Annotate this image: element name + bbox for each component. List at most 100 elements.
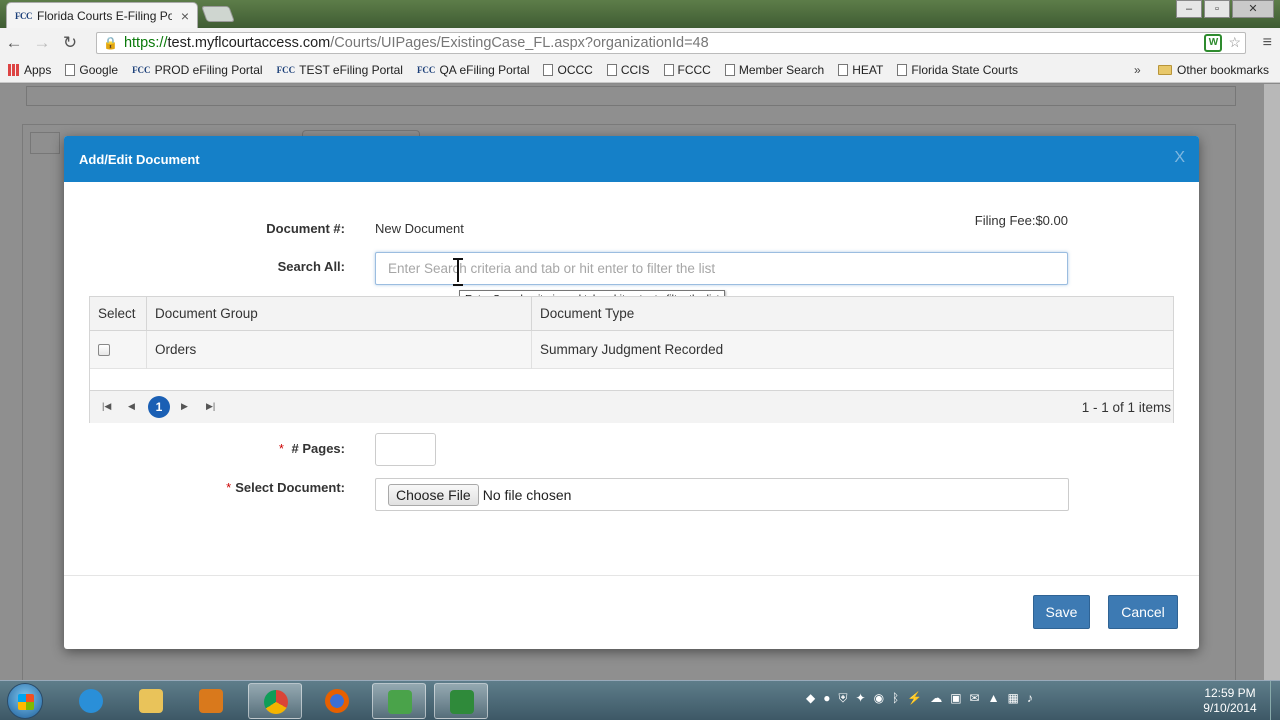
page-scrollbar[interactable]	[1264, 84, 1280, 684]
tray-icon[interactable]: ●	[823, 691, 830, 706]
page-icon	[838, 64, 849, 76]
bookmark-heat[interactable]: HEAT	[838, 63, 883, 77]
star-icon[interactable]: ☆	[1228, 34, 1241, 52]
camtasia-icon	[388, 690, 412, 714]
new-tab-button[interactable]	[201, 6, 235, 22]
add-edit-document-modal: Add/Edit Document X Document #: New Docu…	[64, 136, 1199, 649]
save-button[interactable]: Save	[1033, 595, 1090, 629]
url-path: /Courts/UIPages/ExistingCase_FL.aspx?org…	[330, 35, 709, 51]
clock-date: 9/10/2014	[1203, 701, 1257, 715]
file-input[interactable]: Choose File No file chosen	[375, 478, 1069, 511]
page-icon	[724, 64, 735, 76]
bookmark-qa-portal[interactable]: FCC QA eFiling Portal	[417, 63, 530, 77]
clock-time: 12:59 PM	[1204, 686, 1256, 700]
bookmark-apps[interactable]: Apps	[8, 63, 51, 77]
pages-label: * # Pages:	[204, 441, 345, 456]
bookmark-label: Florida State Courts	[911, 63, 1019, 77]
taskbar-firefox[interactable]	[310, 683, 364, 719]
tray-icon[interactable]: ◉	[874, 691, 884, 706]
address-bar[interactable]: 🔒 https://test.myflcourtaccess.com/Court…	[96, 32, 1246, 54]
chrome-icon	[264, 690, 288, 714]
column-header-document-type[interactable]: Document Type	[532, 297, 1172, 331]
tray-icon[interactable]: ✉	[970, 691, 980, 706]
folder-icon	[139, 689, 163, 713]
close-icon[interactable]: X	[1174, 149, 1185, 167]
reload-icon[interactable]: ↻	[56, 33, 84, 53]
tray-icon[interactable]: ⚡	[907, 691, 922, 706]
bluetooth-icon[interactable]: ᛒ	[892, 691, 899, 706]
document-type-cell: Summary Judgment Recorded	[540, 342, 724, 357]
bookmark-label: Member Search	[738, 63, 825, 77]
tray-icon[interactable]: ▣	[950, 691, 961, 706]
pages-label-text: # Pages:	[291, 441, 345, 456]
required-marker: *	[226, 480, 232, 495]
bookmark-label: TEST eFiling Portal	[299, 63, 403, 77]
tray-icon[interactable]: ▲	[988, 691, 1000, 706]
shield-icon[interactable]: ⛨	[838, 691, 847, 706]
tab-title: Florida Courts E-Filing Po	[37, 8, 172, 23]
bookmark-google[interactable]: Google	[65, 63, 118, 77]
system-tray: ◆ ● ⛨ ✦ ◉ ᛒ ⚡ ☁ ▣ ✉ ▲ ▦ ♪	[806, 691, 1033, 706]
last-page-icon[interactable]: ▶|	[206, 401, 215, 412]
show-desktop-button[interactable]	[1270, 681, 1280, 720]
camtasia-recorder-icon	[450, 690, 474, 714]
back-icon[interactable]: ←	[0, 33, 28, 53]
current-page-button[interactable]: 1	[148, 396, 170, 418]
browser-tab[interactable]: FCC Florida Courts E-Filing Po ×	[6, 2, 198, 28]
choose-file-button[interactable]: Choose File	[388, 483, 479, 506]
network-icon[interactable]: ▦	[1008, 691, 1019, 706]
bookmark-prod-portal[interactable]: FCC PROD eFiling Portal	[132, 63, 263, 77]
other-bookmarks-label: Other bookmarks	[1177, 63, 1270, 77]
tray-icon[interactable]: ◆	[806, 691, 815, 706]
page-tab	[30, 132, 60, 154]
bookmarks-more-icon[interactable]: »	[1134, 63, 1141, 77]
bookmark-test-portal[interactable]: FCC TEST eFiling Portal	[277, 63, 403, 77]
extension-icon[interactable]: W	[1204, 34, 1223, 52]
table-row[interactable]: Orders Summary Judgment Recorded	[90, 331, 1173, 369]
maximize-button[interactable]: ▫	[1204, 0, 1230, 18]
bookmark-occc[interactable]: OCCC	[543, 63, 593, 77]
page-icon	[65, 64, 76, 76]
taskbar-file-explorer[interactable]	[124, 683, 178, 719]
bookmark-member-search[interactable]: Member Search	[724, 63, 825, 77]
file-status: No file chosen	[482, 486, 572, 503]
grid-header: Select Document Group Document Type	[90, 297, 1173, 331]
row-checkbox[interactable]	[98, 344, 110, 357]
lock-icon: 🔒	[103, 36, 118, 50]
column-header-document-group[interactable]: Document Group	[147, 297, 532, 331]
prev-page-icon[interactable]: ◀	[128, 401, 135, 412]
internet-explorer-icon	[79, 689, 103, 713]
volume-icon[interactable]: ♪	[1027, 691, 1033, 706]
start-button[interactable]	[7, 683, 43, 719]
chrome-menu-icon[interactable]: ≡	[1263, 34, 1272, 52]
taskbar-camtasia[interactable]	[372, 683, 426, 719]
search-all-input[interactable]	[375, 252, 1068, 285]
close-window-button[interactable]: ✕	[1232, 0, 1274, 18]
taskbar-internet-explorer[interactable]	[64, 683, 118, 719]
bookmark-ccis[interactable]: CCIS	[606, 63, 650, 77]
taskbar-chrome[interactable]	[248, 683, 302, 719]
tray-icon[interactable]: ☁	[930, 691, 942, 706]
taskbar-clock[interactable]: 12:59 PM 9/10/2014	[1196, 686, 1264, 716]
forward-icon[interactable]: →	[28, 33, 56, 53]
cancel-button[interactable]: Cancel	[1108, 595, 1178, 629]
taskbar-media-player[interactable]	[184, 683, 238, 719]
bookmark-fccc[interactable]: FCCC	[663, 63, 711, 77]
pages-input[interactable]	[375, 433, 436, 466]
first-page-icon[interactable]: |◀	[102, 401, 111, 412]
folder-icon	[1158, 65, 1172, 75]
url-scheme: https://	[123, 35, 168, 51]
column-header-select[interactable]: Select	[90, 297, 147, 331]
page-icon	[543, 64, 554, 76]
bookmark-label: HEAT	[852, 63, 884, 77]
taskbar-camtasia-recorder[interactable]	[434, 683, 488, 719]
next-page-icon[interactable]: ▶	[181, 401, 188, 412]
search-all-label: Search All:	[277, 259, 345, 274]
other-bookmarks[interactable]: Other bookmarks	[1158, 63, 1269, 77]
tray-icon[interactable]: ✦	[856, 691, 866, 706]
url-host: test.myflcourtaccess.com	[167, 35, 331, 51]
bookmark-florida-state-courts[interactable]: Florida State Courts	[897, 63, 1018, 77]
document-group-cell: Orders	[147, 331, 532, 369]
tab-close-icon[interactable]: ×	[181, 8, 189, 24]
minimize-button[interactable]: –	[1176, 0, 1202, 18]
